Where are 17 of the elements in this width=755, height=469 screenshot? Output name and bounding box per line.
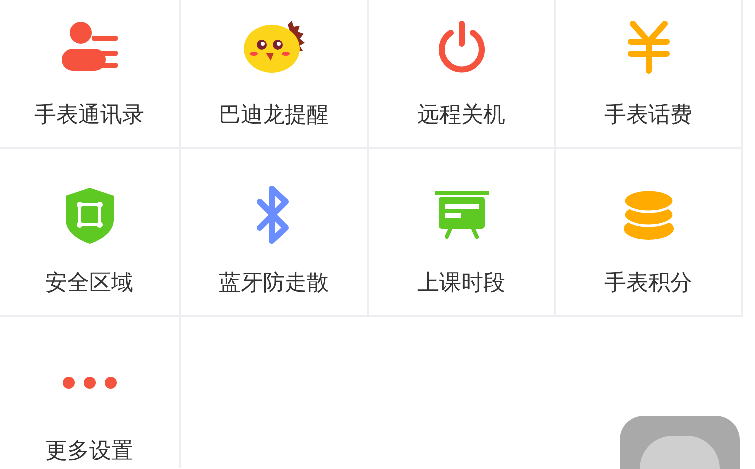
coin-stack-icon[interactable] [622,188,676,242]
menu-item-label[interactable]: 手表话费 [604,99,692,132]
menu-item-label[interactable]: 安全区域 [46,267,134,300]
yen-icon[interactable] [626,20,670,74]
person-list-icon[interactable] [60,21,120,73]
menu-item-label[interactable]: 手表积分 [604,267,692,300]
more-icon[interactable] [62,376,118,390]
shield-icon[interactable] [64,186,116,244]
menu-item-label[interactable]: 蓝牙防走散 [219,267,329,300]
menu-item-label[interactable]: 巴迪龙提醒 [219,99,329,132]
presentation-board-icon[interactable] [434,190,490,240]
menu-item-label[interactable]: 上课时段 [418,267,506,300]
menu-item-label[interactable]: 远程关机 [418,99,506,132]
menu-item-label[interactable]: 手表通讯录 [34,99,144,132]
mascot-icon[interactable] [242,19,306,75]
floating-button[interactable] [620,416,740,469]
menu-item-label[interactable]: 更多设置 [46,435,134,468]
